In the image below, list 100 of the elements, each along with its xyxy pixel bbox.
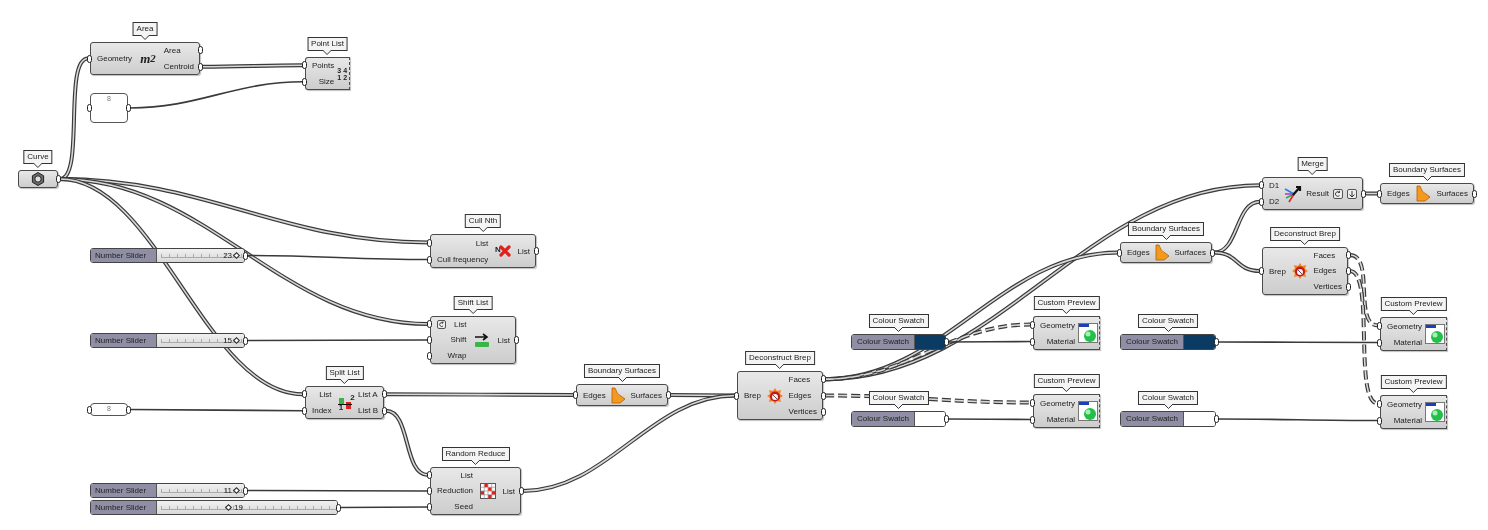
slider-thumb[interactable] bbox=[233, 251, 241, 259]
curve-parameter[interactable] bbox=[18, 170, 58, 188]
colour-swatch[interactable]: Colour Swatch bbox=[851, 334, 946, 350]
output-port[interactable] bbox=[519, 487, 524, 495]
input-label: D2 bbox=[1269, 196, 1280, 206]
preview-icon bbox=[1078, 401, 1099, 421]
output-port[interactable] bbox=[243, 251, 248, 260]
output-port[interactable] bbox=[126, 405, 131, 414]
output-label: List bbox=[497, 335, 510, 345]
colour-swatch[interactable]: Colour Swatch bbox=[1120, 411, 1216, 427]
input-port[interactable] bbox=[1259, 267, 1264, 275]
output-port[interactable] bbox=[944, 415, 949, 423]
tooltip-pointer bbox=[775, 364, 785, 369]
input-label: Size bbox=[318, 76, 335, 86]
node-title: Colour Swatch bbox=[868, 314, 929, 332]
component-node[interactable]: Edges Surfaces bbox=[1380, 183, 1474, 204]
output-port[interactable] bbox=[126, 104, 131, 112]
slider-thumb[interactable] bbox=[224, 503, 233, 511]
tooltip-pointer bbox=[340, 379, 349, 384]
tooltip-pointer bbox=[33, 163, 43, 168]
loop-icon[interactable] bbox=[437, 320, 446, 330]
output-port[interactable] bbox=[243, 336, 248, 345]
number-slider[interactable]: Number Slider 15 bbox=[90, 333, 245, 348]
component-node[interactable]: List Reduction Seed List bbox=[430, 467, 521, 515]
surface-icon bbox=[1154, 244, 1171, 261]
node-title: Boundary Surfaces bbox=[584, 364, 660, 382]
output-port[interactable] bbox=[1361, 189, 1366, 198]
colour-swatch[interactable]: Colour Swatch bbox=[1120, 334, 1216, 350]
tooltip-pointer bbox=[1300, 240, 1310, 245]
input-label: Geometry bbox=[1040, 398, 1076, 408]
colour-swatch[interactable]: Colour Swatch bbox=[851, 411, 946, 427]
node-title: Split List bbox=[325, 366, 364, 384]
slider-track[interactable]: 11 bbox=[157, 484, 244, 497]
undo-icon[interactable] bbox=[1333, 188, 1343, 199]
grid-icon bbox=[479, 483, 496, 499]
input-port[interactable] bbox=[87, 104, 92, 112]
slider-track[interactable]: 23 bbox=[157, 249, 244, 262]
component-node[interactable]: Geometry Material bbox=[1380, 395, 1447, 429]
output-port[interactable] bbox=[514, 336, 519, 344]
slider-value: 19 bbox=[234, 502, 243, 514]
input-port[interactable] bbox=[734, 391, 739, 400]
input-label: D1 bbox=[1269, 181, 1280, 191]
output-port[interactable] bbox=[243, 486, 248, 495]
component-node[interactable]: Geometry Material bbox=[1033, 316, 1100, 350]
component-node[interactable]: Geometry Material bbox=[1033, 394, 1100, 428]
input-label: Index bbox=[312, 405, 332, 415]
slider-thumb[interactable] bbox=[233, 336, 241, 344]
number-slider[interactable]: Number Slider 11 bbox=[90, 483, 245, 498]
swatch-color[interactable] bbox=[915, 335, 945, 349]
down-arrow-icon[interactable] bbox=[1347, 188, 1357, 199]
input-label: Seed bbox=[454, 501, 474, 511]
swatch-color[interactable] bbox=[1184, 335, 1215, 349]
input-port[interactable] bbox=[573, 391, 578, 399]
slider-track[interactable]: 19 bbox=[157, 501, 337, 514]
component-node[interactable]: Edges Surfaces bbox=[1120, 242, 1212, 263]
output-port[interactable] bbox=[1472, 189, 1477, 198]
output-port[interactable] bbox=[1210, 248, 1215, 257]
component-node[interactable]: Brep Faces Edges Vertices bbox=[1262, 247, 1348, 295]
output-label: Vertices bbox=[788, 406, 817, 416]
component-node[interactable]: Edges Surfaces bbox=[576, 384, 668, 406]
component-node[interactable]: List Cull frequency N List bbox=[430, 234, 536, 268]
component-node[interactable]: D1 D2 Result bbox=[1262, 177, 1363, 210]
component-node[interactable]: Geometry Material bbox=[1380, 317, 1447, 351]
output-port[interactable] bbox=[1214, 338, 1219, 346]
output-port[interactable] bbox=[336, 503, 341, 512]
component-node[interactable]: List Index 2 1 List A List B bbox=[305, 386, 384, 419]
slider-value: 23 bbox=[223, 250, 233, 262]
input-label: Cull frequency bbox=[437, 254, 489, 264]
slider-label: Number Slider bbox=[91, 334, 157, 347]
brep-icon bbox=[765, 386, 784, 405]
output-port[interactable] bbox=[56, 175, 61, 183]
node-title: Deconstruct Brep bbox=[1270, 227, 1340, 245]
input-label: Geometry bbox=[1040, 320, 1076, 330]
input-port[interactable] bbox=[87, 54, 92, 63]
node-title: Point List bbox=[307, 37, 348, 55]
tooltip-pointer bbox=[894, 327, 903, 332]
node-title: Colour Swatch bbox=[868, 391, 929, 409]
output-port[interactable] bbox=[1214, 415, 1219, 423]
output-port[interactable] bbox=[944, 338, 949, 346]
node-title: Shift List bbox=[453, 296, 493, 314]
node-title: Random Reduce bbox=[441, 447, 510, 465]
input-label: Material bbox=[1393, 337, 1423, 347]
swatch-label: Colour Swatch bbox=[1121, 412, 1184, 426]
output-label: Vertices bbox=[1313, 281, 1342, 291]
input-port[interactable] bbox=[1117, 248, 1122, 257]
number-slider[interactable]: Number Slider 23 bbox=[90, 248, 245, 263]
node-title: Deconstruct Brep bbox=[745, 351, 815, 369]
output-port[interactable] bbox=[666, 391, 671, 399]
surface-icon bbox=[610, 386, 627, 404]
input-label: Points bbox=[312, 61, 335, 71]
tooltip-pointer bbox=[1422, 176, 1432, 181]
input-label: Wrap bbox=[447, 350, 467, 360]
output-port[interactable] bbox=[534, 247, 539, 255]
component-node[interactable]: Brep Faces Edges Vertices bbox=[737, 371, 823, 420]
number-slider[interactable]: Number Slider 19 bbox=[90, 500, 338, 515]
input-port[interactable] bbox=[1377, 189, 1382, 198]
input-port[interactable] bbox=[87, 405, 92, 414]
slider-thumb[interactable] bbox=[233, 486, 241, 494]
slider-track[interactable]: 15 bbox=[157, 334, 244, 347]
component-node[interactable]: List Shift Wrap List bbox=[430, 316, 516, 364]
